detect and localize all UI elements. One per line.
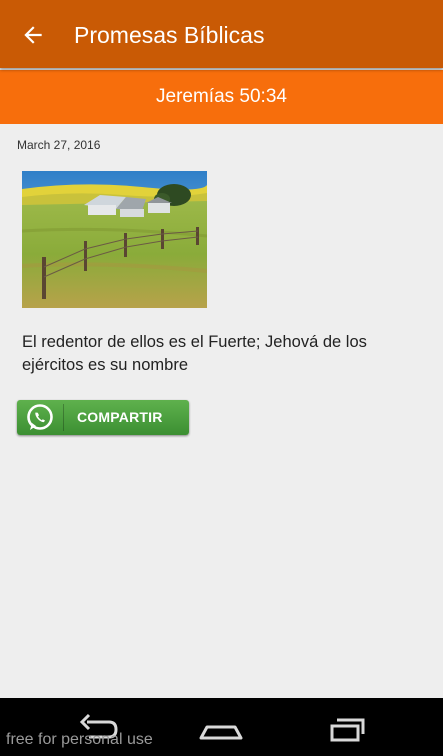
share-button-label: COMPARTIR [77,409,163,425]
app-bar: Promesas Bíblicas [0,0,443,68]
post-content: March 27, 2016 El redentor de ellos es e… [0,124,443,698]
whatsapp-share-button[interactable]: COMPARTIR [17,400,189,435]
nav-home-button[interactable] [191,706,251,746]
farm-field-photo [22,171,207,308]
verse-text: El redentor de ellos es el Fuerte; Jehov… [22,333,367,374]
home-nav-icon [199,725,243,740]
app-title: Promesas Bíblicas [74,22,265,48]
nav-recents-button[interactable] [316,706,376,746]
back-button[interactable] [14,17,54,53]
post-date: March 27, 2016 [17,138,101,152]
button-divider [63,404,64,431]
watermark-text: free for personal use [6,731,153,748]
verse-reference: Jeremías 50:34 [0,70,443,124]
whatsapp-icon [27,404,53,430]
arrow-left-icon [24,26,42,44]
recents-nav-icon [330,718,365,742]
